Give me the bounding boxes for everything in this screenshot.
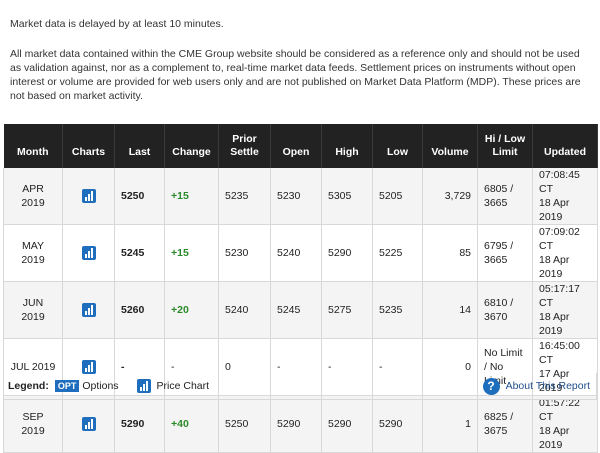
col-change: Change	[164, 124, 219, 168]
col-month: Month	[3, 124, 63, 168]
chart-link[interactable]	[62, 168, 115, 225]
hilo-limit-cell: 6805 /3665	[477, 168, 533, 225]
volume-cell: 1	[422, 395, 478, 453]
notice-panel: Market data is delayed by at least 10 mi…	[0, 0, 600, 120]
open-cell: 5240	[270, 224, 322, 282]
high-cell: 5290	[321, 224, 373, 282]
legend-price-chart: Price Chart	[136, 379, 210, 393]
col-prior-settle: Prior Settle	[218, 124, 271, 168]
last-cell: 5260	[114, 281, 165, 339]
prior-settle-cell: 5250	[218, 395, 271, 453]
col-hilo-limit: Hi / Low Limit	[477, 124, 533, 168]
col-volume: Volume	[422, 124, 478, 168]
about-report-label[interactable]: About This Report	[506, 380, 590, 392]
bar-chart-icon[interactable]	[81, 303, 96, 318]
hilo-limit-cell: 6810 /3670	[477, 281, 533, 339]
table-row: APR 2019 5250 +15 5235 5230 5305 5205 3,…	[3, 168, 598, 225]
low-cell: 5225	[372, 224, 423, 282]
col-high: High	[321, 124, 373, 168]
legend-bar: Legend: OPT Options Price Chart ? About …	[3, 373, 597, 400]
prior-settle-cell: 5230	[218, 224, 271, 282]
bar-chart-icon[interactable]	[81, 189, 96, 204]
change-cell: +15	[164, 224, 219, 282]
about-report-link[interactable]: ? About This Report	[482, 377, 590, 395]
volume-cell: 14	[422, 281, 478, 339]
last-cell: 5250	[114, 168, 165, 225]
hilo-limit-cell: 6795 /3665	[477, 224, 533, 282]
last-cell: 5245	[114, 224, 165, 282]
bar-chart-icon[interactable]	[81, 360, 96, 375]
opt-badge-icon: OPT	[54, 380, 80, 392]
last-cell: 5290	[114, 395, 165, 453]
chart-link[interactable]	[62, 281, 115, 339]
month-cell: MAY 2019	[3, 224, 63, 282]
change-cell: +20	[164, 281, 219, 339]
high-cell: 5290	[321, 395, 373, 453]
low-cell: 5235	[372, 281, 423, 339]
open-cell: 5230	[270, 168, 322, 225]
delay-notice: Market data is delayed by at least 10 mi…	[10, 18, 224, 30]
chart-link[interactable]	[62, 395, 115, 453]
month-cell: JUN 2019	[3, 281, 63, 339]
volume-cell: 3,729	[422, 168, 478, 225]
col-open: Open	[270, 124, 322, 168]
bar-chart-icon[interactable]	[81, 417, 96, 432]
updated-cell: 07:09:02 CT 18 Apr 2019	[532, 224, 598, 282]
bar-chart-icon[interactable]	[81, 246, 96, 261]
hilo-limit-cell: 6825 /3675	[477, 395, 533, 453]
updated-cell: 07:08:45 CT 18 Apr 2019	[532, 168, 598, 225]
disclaimer-text: All market data contained within the CME…	[10, 48, 581, 102]
high-cell: 5275	[321, 281, 373, 339]
chart-link[interactable]	[62, 224, 115, 282]
updated-cell: 05:17:17 CT 18 Apr 2019	[532, 281, 598, 339]
table-row: SEP 2019 5290 +40 5250 5290 5290 5290 1 …	[3, 395, 598, 453]
volume-cell: 85	[422, 224, 478, 282]
legend-price-chart-label: Price Chart	[156, 380, 210, 392]
change-cell: +40	[164, 395, 219, 453]
month-cell: SEP 2019	[3, 395, 63, 453]
legend-options: OPT Options	[54, 380, 119, 392]
header-row: Month Charts Last Change Prior Settle Ope…	[3, 124, 598, 168]
bar-chart-icon	[136, 379, 151, 393]
col-low: Low	[372, 124, 423, 168]
change-cell: +15	[164, 168, 219, 225]
question-mark-icon[interactable]: ?	[482, 377, 500, 395]
open-cell: 5290	[270, 395, 322, 453]
col-updated: Updated	[532, 124, 598, 168]
low-cell: 5205	[372, 168, 423, 225]
prior-settle-cell: 5235	[218, 168, 271, 225]
legend-options-label: Options	[82, 380, 119, 392]
table-row: MAY 2019 5245 +15 5230 5240 5290 5225 85…	[3, 224, 598, 282]
table-row: JUN 2019 5260 +20 5240 5245 5275 5235 14…	[3, 281, 598, 339]
col-last: Last	[114, 124, 165, 168]
low-cell: 5290	[372, 395, 423, 453]
month-cell: APR 2019	[3, 168, 63, 225]
updated-cell: 01:57:22 CT 18 Apr 2019	[532, 395, 598, 453]
open-cell: 5245	[270, 281, 322, 339]
high-cell: 5305	[321, 168, 373, 225]
prior-settle-cell: 5240	[218, 281, 271, 339]
legend-label: Legend:	[8, 380, 49, 392]
col-charts: Charts	[62, 124, 115, 168]
